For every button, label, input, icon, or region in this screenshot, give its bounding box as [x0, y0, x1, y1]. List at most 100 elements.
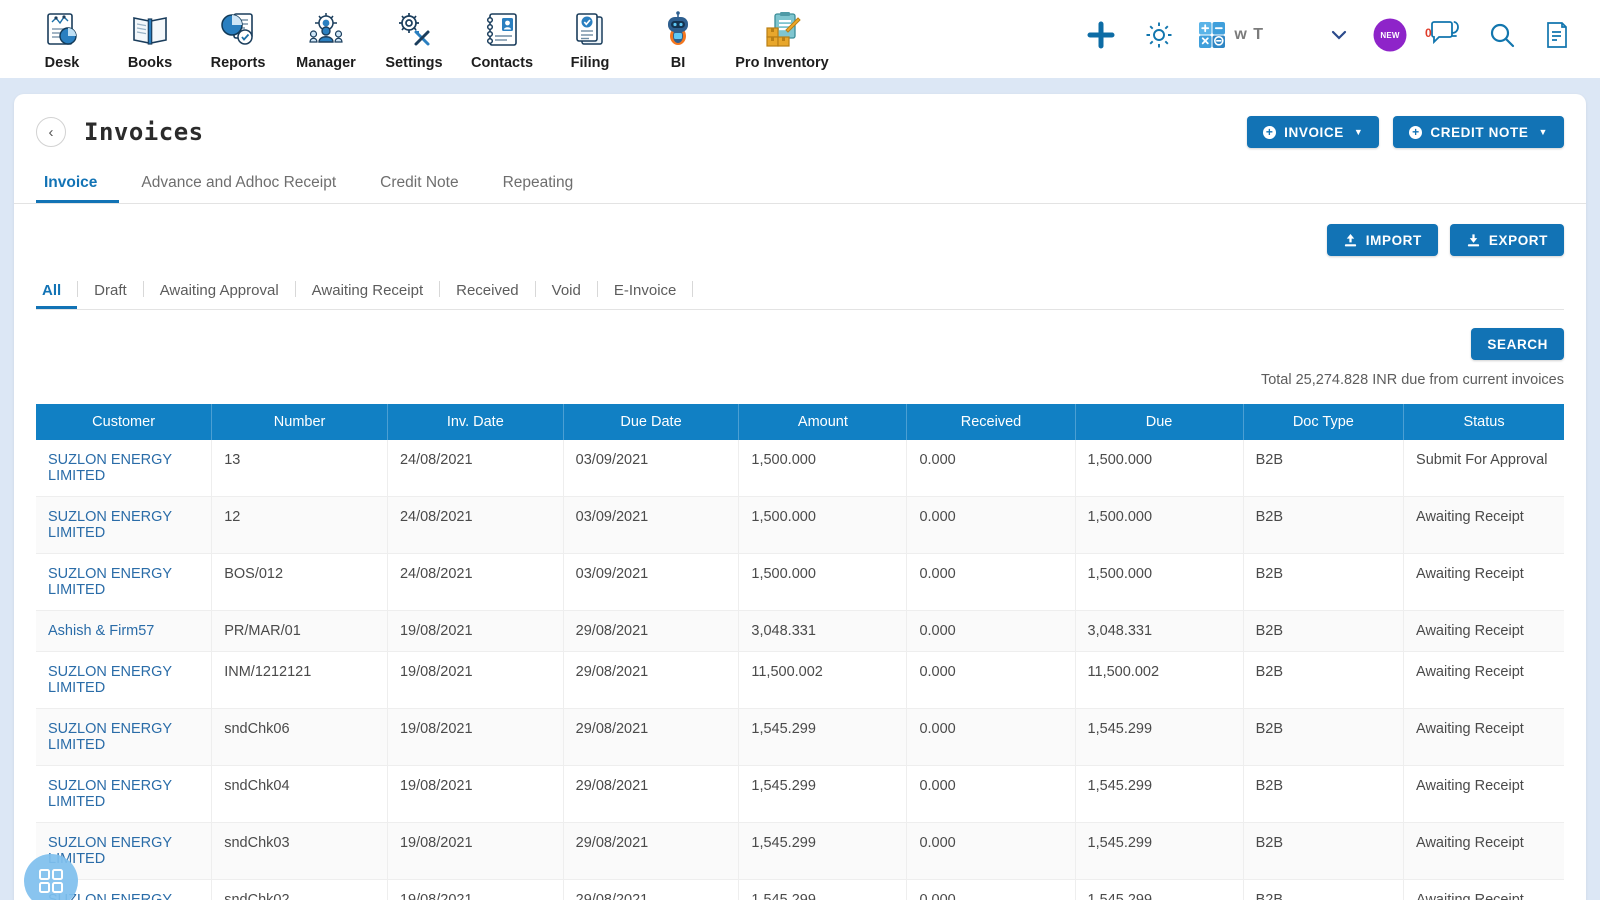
new-invoice-label: INVOICE — [1284, 124, 1344, 140]
column-header-received[interactable]: Received — [906, 404, 1076, 440]
cell-inv-date: 19/08/2021 — [387, 822, 564, 880]
cell-due: 1,545.299 — [1075, 879, 1244, 900]
column-header-doc-type[interactable]: Doc Type — [1243, 404, 1405, 440]
cell-amount: 3,048.331 — [738, 610, 908, 652]
plus-circle-icon: + — [1409, 125, 1423, 139]
search-button[interactable]: SEARCH — [1471, 328, 1564, 360]
cell-received: 0.000 — [906, 651, 1076, 709]
new-badge[interactable]: NEW — [1362, 21, 1418, 49]
filter-e-invoice[interactable]: E-Invoice — [598, 278, 693, 309]
table-row[interactable]: SUZLON ENERGY LIMITED BOS/012 24/08/2021 03… — [36, 553, 1564, 611]
table-row[interactable]: SUZLON ENERGY LIMITED sndChk04 19/08/2021 2… — [36, 765, 1564, 823]
chevron-down-icon[interactable] — [1316, 24, 1362, 46]
cell-due-date: 29/08/2021 — [563, 651, 740, 709]
cell-doc-type: B2B — [1243, 822, 1405, 880]
column-header-amount[interactable]: Amount — [738, 404, 908, 440]
customer-link[interactable]: SUZLON ENERGY LIMITED — [48, 721, 172, 753]
table-row[interactable]: SUZLON ENERGY LIMITED 13 24/08/2021 03/09/2… — [36, 440, 1564, 497]
document-icon[interactable] — [1530, 21, 1578, 49]
apps-grid-fab[interactable] — [24, 854, 78, 900]
cell-customer[interactable]: SUZLON ENERGY LIMITED — [36, 440, 213, 497]
tab-invoice[interactable]: Invoice — [36, 168, 119, 203]
invoices-table: Customer Number Inv. Date Due Date Amoun… — [36, 404, 1564, 900]
search-icon[interactable] — [1474, 21, 1530, 49]
module-settings[interactable]: Settings — [370, 4, 458, 71]
gear-icon[interactable] — [1130, 20, 1188, 50]
customer-link[interactable]: SUZLON ENERGY LIMITED — [48, 452, 172, 484]
tab-advance-and-adhoc-receipt[interactable]: Advance and Adhoc Receipt — [119, 168, 358, 203]
import-button[interactable]: IMPORT — [1326, 224, 1438, 256]
pro-inventory-icon — [762, 8, 802, 52]
new-credit-note-button[interactable]: + CREDIT NOTE ▼ — [1393, 116, 1564, 148]
calculator-icon[interactable]: w T — [1188, 21, 1264, 49]
cell-customer[interactable]: SUZLON ENERGY LIMITED — [36, 553, 213, 611]
cell-received: 0.000 — [906, 440, 1076, 497]
filter-void[interactable]: Void — [536, 278, 597, 309]
cell-customer[interactable]: SUZLON ENERGY LIMITED — [36, 708, 213, 766]
settings-icon — [394, 8, 434, 52]
filter-received[interactable]: Received — [440, 278, 535, 309]
tab-repeating[interactable]: Repeating — [481, 168, 596, 203]
cell-due-date: 29/08/2021 — [563, 822, 740, 880]
cell-number: sndChk04 — [211, 765, 388, 823]
module-reports[interactable]: Reports — [194, 4, 282, 71]
table-row[interactable]: SUZLON ENERGY LIMITED 12 24/08/2021 03/09/2… — [36, 496, 1564, 554]
table-row[interactable]: SUZLON ENERGY LIMITED sndChk06 19/08/2021 2… — [36, 708, 1564, 766]
cell-customer[interactable]: SUZLON ENERGY LIMITED — [36, 651, 213, 709]
notification-count: 0 — [1425, 26, 1432, 40]
new-credit-note-label: CREDIT NOTE — [1430, 124, 1529, 140]
filter-awaiting-approval[interactable]: Awaiting Approval — [144, 278, 295, 309]
cell-inv-date: 24/08/2021 — [387, 440, 564, 497]
notifications-icon[interactable]: 0 — [1418, 20, 1474, 50]
customer-link[interactable]: SUZLON ENERGY LIMITED — [48, 778, 172, 810]
module-filing[interactable]: Filing — [546, 4, 634, 71]
total-due-summary: Total 25,274.828 INR due from current in… — [1260, 372, 1564, 388]
filter-awaiting-receipt[interactable]: Awaiting Receipt — [296, 278, 439, 309]
cell-doc-type: B2B — [1243, 708, 1405, 766]
column-header-customer[interactable]: Customer — [36, 404, 213, 440]
module-manager[interactable]: Manager — [282, 4, 370, 71]
table-row[interactable]: SUZLON ENERGY LIMITED INM/1212121 19/08/20… — [36, 651, 1564, 709]
cell-due-date: 03/09/2021 — [563, 553, 740, 611]
back-button[interactable]: ‹ — [36, 117, 66, 147]
table-row[interactable]: Ashish & Firm57 PR/MAR/01 19/08/2021 29/08/… — [36, 610, 1564, 652]
column-header-inv-date[interactable]: Inv. Date — [387, 404, 564, 440]
cell-inv-date: 24/08/2021 — [387, 553, 564, 611]
customer-link[interactable]: SUZLON ENERGY LIMITED — [48, 509, 172, 541]
table-row[interactable]: SUZLON ENERGY LIMITED sndChk03 19/08/2021 2… — [36, 822, 1564, 880]
module-books[interactable]: Books — [106, 4, 194, 71]
module-label: Reports — [210, 55, 266, 71]
column-header-due-date[interactable]: Due Date — [563, 404, 740, 440]
module-bi[interactable]: BI — [634, 4, 722, 71]
status-filter-tabs: All Draft Awaiting Approval Awaiting Rec… — [36, 278, 1564, 310]
filter-divider — [692, 281, 694, 297]
module-pro-inventory[interactable]: Pro Inventory — [722, 4, 842, 71]
module-desk[interactable]: Desk — [18, 4, 106, 71]
cell-number: PR/MAR/01 — [211, 610, 388, 652]
table-row[interactable]: SUZLON ENERGY LIMITEDsndChk0219/08/20212… — [36, 879, 1564, 900]
customer-link[interactable]: SUZLON ENERGY LIMITED — [48, 664, 172, 696]
cell-due-date: 29/08/2021 — [563, 765, 740, 823]
app-bar: Desk Books Reports Manager Settings Cont… — [0, 0, 1600, 78]
cell-amount: 1,545.299 — [738, 822, 908, 880]
add-button[interactable] — [1072, 20, 1130, 50]
column-header-status[interactable]: Status — [1403, 404, 1564, 440]
column-header-due[interactable]: Due — [1075, 404, 1244, 440]
export-button[interactable]: EXPORT — [1449, 224, 1564, 256]
new-invoice-button[interactable]: + INVOICE ▼ — [1247, 116, 1380, 148]
cell-received: 0.000 — [906, 822, 1076, 880]
filter-draft[interactable]: Draft — [78, 278, 143, 309]
tab-credit-note[interactable]: Credit Note — [358, 168, 480, 203]
column-header-number[interactable]: Number — [211, 404, 388, 440]
module-contacts[interactable]: Contacts — [458, 4, 546, 71]
cell-received: 0.000 — [906, 610, 1076, 652]
chevron-down-icon: ▼ — [1353, 127, 1364, 137]
customer-link[interactable]: SUZLON ENERGY LIMITED — [48, 566, 172, 598]
customer-link[interactable]: Ashish & Firm57 — [48, 623, 154, 639]
cell-amount: 1,545.299 — [738, 765, 908, 823]
cell-customer[interactable]: SUZLON ENERGY LIMITED — [36, 765, 213, 823]
cell-customer[interactable]: Ashish & Firm57 — [36, 610, 213, 652]
cell-customer[interactable]: SUZLON ENERGY LIMITED — [36, 496, 213, 554]
cell-due: 1,500.000 — [1075, 440, 1244, 497]
filter-all[interactable]: All — [36, 278, 77, 309]
